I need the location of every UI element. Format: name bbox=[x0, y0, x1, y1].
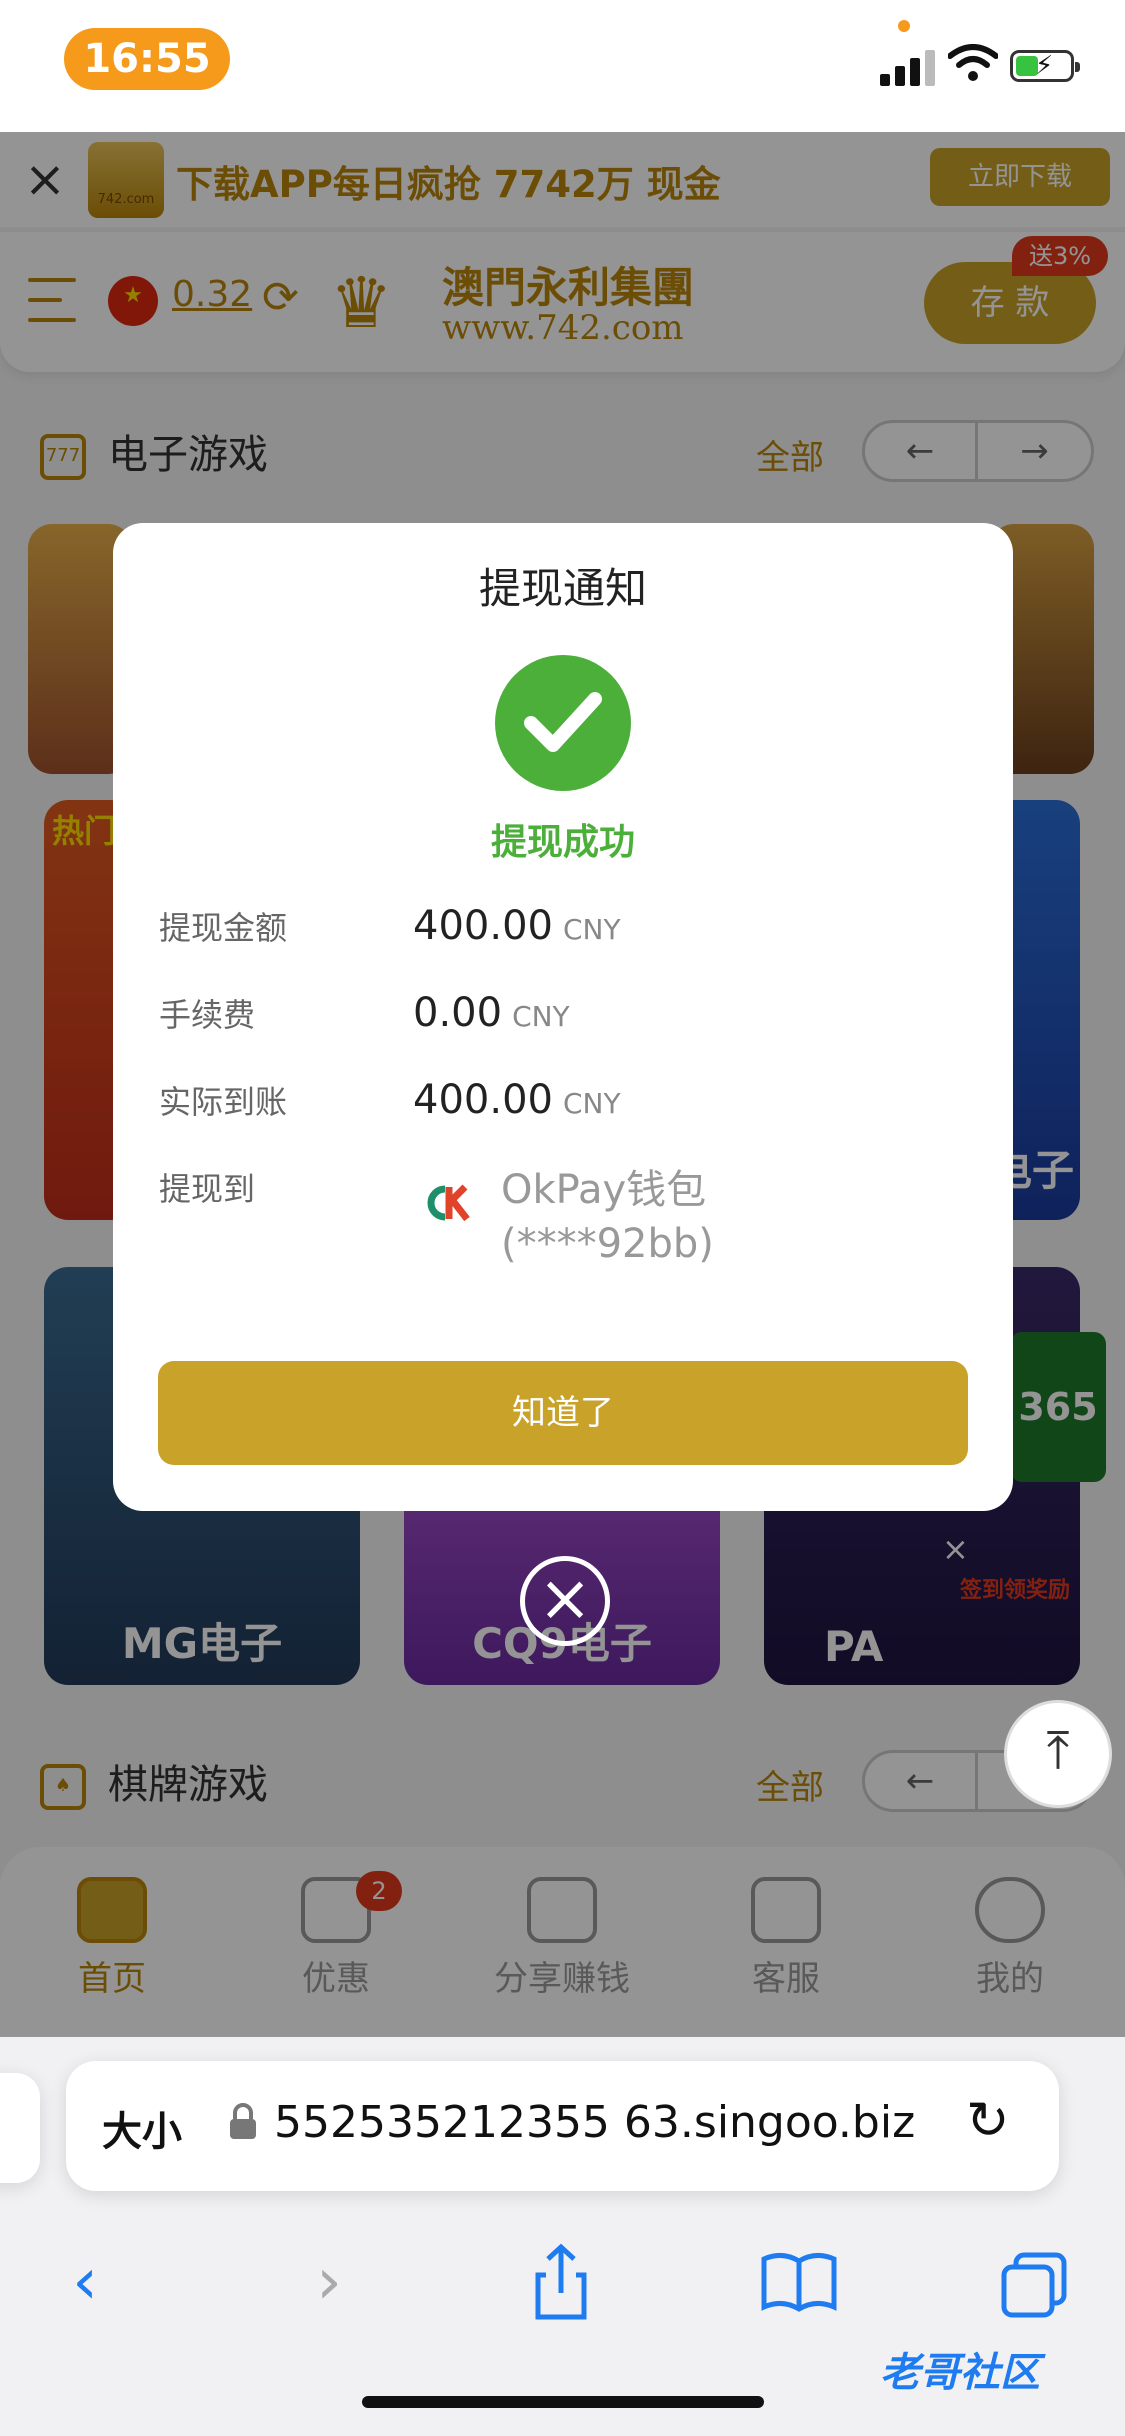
forward-icon[interactable]: › bbox=[284, 2237, 374, 2327]
modal-title: 提现通知 bbox=[478, 564, 647, 613]
scroll-to-top-icon[interactable]: ⤒ bbox=[1004, 1700, 1112, 1808]
row-value: 400.00 CNY bbox=[413, 1077, 621, 1123]
lock-icon bbox=[230, 2103, 256, 2139]
close-modal-icon[interactable]: × bbox=[520, 1556, 610, 1646]
address-bar[interactable]: 大小 552535212355 63.singoo.biz ↻ bbox=[66, 2061, 1059, 2191]
wallet-account: (****92bb) bbox=[501, 1221, 714, 1267]
share-icon[interactable] bbox=[516, 2237, 606, 2327]
destination-wallet: OkPay钱包 (****92bb) bbox=[501, 1163, 714, 1271]
row-label: 手续费 bbox=[159, 996, 256, 1034]
wallet-name: OkPay钱包 bbox=[501, 1167, 707, 1213]
mic-indicator-icon bbox=[898, 20, 910, 32]
okpay-logo-icon bbox=[427, 1184, 470, 1222]
url-text[interactable]: 552535212355 63.singoo.biz bbox=[274, 2097, 994, 2148]
row-label: 提现到 bbox=[159, 1170, 256, 1208]
back-icon[interactable]: ‹ bbox=[40, 2237, 130, 2327]
withdrawal-status: 提现成功 bbox=[490, 822, 635, 863]
row-label: 实际到账 bbox=[159, 1083, 288, 1121]
watermark: 老哥社区 bbox=[880, 2350, 1040, 2396]
row-label: 提现金额 bbox=[159, 909, 288, 947]
wifi-icon bbox=[948, 44, 998, 81]
status-time: 16:55 bbox=[64, 28, 230, 90]
battery-icon: ⚡ bbox=[1010, 50, 1080, 82]
signal-icon bbox=[880, 48, 936, 86]
reload-icon[interactable]: ↻ bbox=[966, 2091, 1010, 2151]
screen: 16:55 ⚡ × 742.com 下载APP每日疯抢 7742万 现金 立即下… bbox=[0, 0, 1125, 2436]
bookmarks-icon[interactable] bbox=[754, 2237, 844, 2327]
previous-tab-peek[interactable] bbox=[0, 2073, 40, 2183]
tabs-icon[interactable] bbox=[990, 2237, 1080, 2327]
status-bar: 16:55 ⚡ bbox=[0, 0, 1125, 132]
row-value: 0.00 CNY bbox=[413, 990, 570, 1036]
home-indicator bbox=[362, 2396, 764, 2408]
withdrawal-notice-modal: 提现通知 提现成功 提现金额 400.00 CNY 手续费 0.00 CNY 实际到… bbox=[113, 523, 1013, 1511]
confirm-button[interactable]: 知道了 bbox=[158, 1361, 968, 1465]
success-check-icon bbox=[495, 655, 631, 791]
row-value: 400.00 CNY bbox=[413, 903, 621, 949]
text-size-button[interactable]: 大小 bbox=[102, 2099, 182, 2157]
